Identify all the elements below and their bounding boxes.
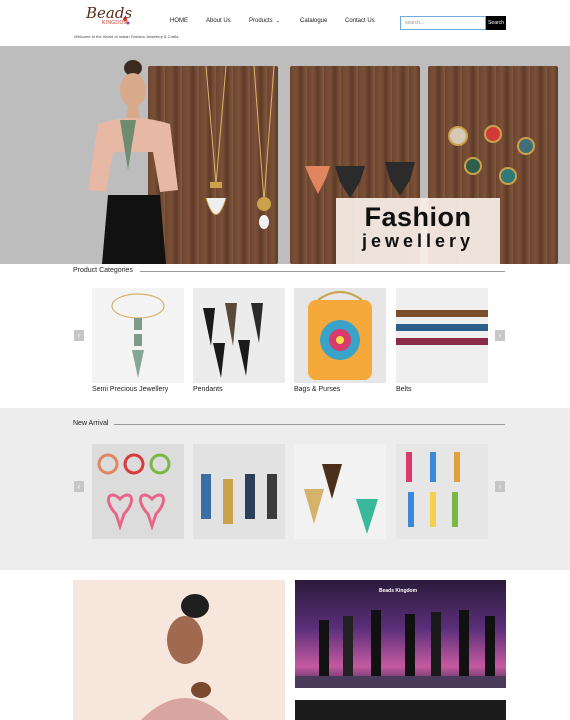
category-card-bags-purses[interactable] <box>294 288 386 383</box>
nav-contact-us[interactable]: Contact Us <box>345 18 375 24</box>
logo-subtext: KINGDOM <box>102 20 128 26</box>
fashion-show-illustration <box>295 610 506 688</box>
new-arrival-title: New Arrival <box>73 420 115 427</box>
new-arrival-card-1[interactable] <box>92 444 184 539</box>
bags-purses-image <box>308 291 372 380</box>
chevron-down-icon: ⌄ <box>275 18 280 24</box>
nav-products-label: Products <box>249 18 273 24</box>
tassel-earrings-image <box>201 474 277 524</box>
hoop-earrings-image <box>97 453 171 531</box>
category-label-belts[interactable]: Belts <box>396 386 412 393</box>
model-image <box>88 60 178 264</box>
new-arrival-card-4[interactable] <box>396 444 488 539</box>
categories-next-arrow[interactable]: › <box>495 330 505 341</box>
search-input[interactable]: search... <box>400 16 486 30</box>
colorful-tassel-earrings-image <box>406 452 460 527</box>
model-promo-image[interactable] <box>73 580 285 720</box>
product-categories-title: Product Categories <box>73 267 139 274</box>
nav-catalogue[interactable]: Catalogue <box>300 18 327 24</box>
category-card-belts[interactable] <box>396 288 488 383</box>
hero-caption-card: Fashion jewellery <box>336 198 500 264</box>
category-label-bags-purses[interactable]: Bags & Purses <box>294 386 340 393</box>
belts-image <box>396 310 488 345</box>
category-label-semi-precious[interactable]: Semi Precious Jewellery <box>92 386 168 393</box>
nav-home[interactable]: HOME <box>170 18 188 24</box>
new-arrival-prev-arrow[interactable]: ‹ <box>74 481 84 492</box>
stage-sign-text: Beads Kingdom <box>379 588 418 594</box>
fashion-show-image-2[interactable] <box>295 700 506 720</box>
tagline: Welcome to the World of Indian Fashion J… <box>74 34 179 39</box>
category-label-pendants[interactable]: Pendants <box>193 386 223 393</box>
beaded-fringe-earrings-image <box>304 464 378 534</box>
site-header: Beads KINGDOM Welcome to the World of In… <box>0 0 570 46</box>
hero-subtitle: jewellery <box>361 231 475 251</box>
new-arrival-card-3[interactable] <box>294 444 386 539</box>
nav-products[interactable]: Products ⌄ <box>249 18 280 24</box>
section-divider <box>140 271 505 272</box>
fashion-show-image[interactable]: Beads Kingdom <box>295 580 506 688</box>
pendants-image <box>203 303 263 378</box>
new-arrival-card-2[interactable] <box>193 444 285 539</box>
hero-banner: Fashion jewellery <box>0 46 570 264</box>
section-divider <box>114 424 505 425</box>
category-card-pendants[interactable] <box>193 288 285 383</box>
semi-precious-jewellery-image <box>111 293 165 378</box>
categories-prev-arrow[interactable]: ‹ <box>74 330 84 341</box>
new-arrival-next-arrow[interactable]: › <box>495 481 505 492</box>
model-with-jewellery-illustration <box>141 594 229 720</box>
category-card-semi-precious[interactable] <box>92 288 184 383</box>
nav-about-us[interactable]: About Us <box>206 18 231 24</box>
hero-title: Fashion <box>364 202 472 232</box>
search-button[interactable]: Search <box>486 16 506 30</box>
